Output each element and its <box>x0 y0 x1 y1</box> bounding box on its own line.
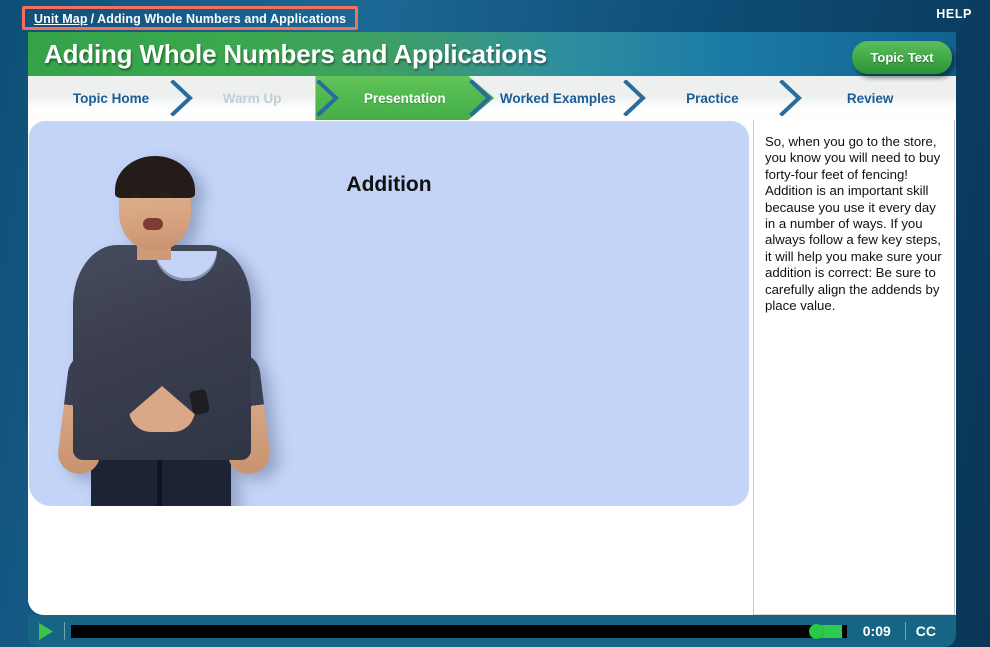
presentation-content-pane: Addition <box>28 120 753 615</box>
play-button[interactable] <box>28 615 62 647</box>
presenter-hair <box>115 156 195 198</box>
breadcrumb: Unit Map / Adding Whole Numbers and Appl… <box>22 6 358 30</box>
closed-caption-button[interactable]: CC <box>916 623 936 639</box>
chevron-right-icon <box>315 80 341 116</box>
topic-text-button[interactable]: Topic Text <box>852 41 952 74</box>
chevron-right-icon <box>169 80 195 116</box>
page-title: Adding Whole Numbers and Applications <box>44 39 547 70</box>
nav-tab-label: Presentation <box>364 91 446 106</box>
nav-tab-worked-examples[interactable]: Worked Examples <box>470 76 646 120</box>
nav-tab-label: Topic Home <box>73 91 149 106</box>
topic-title-bar: Adding Whole Numbers and Applications <box>28 32 956 76</box>
time-elapsed-label: 0:09 <box>857 623 897 639</box>
chevron-right-icon <box>622 80 648 116</box>
breadcrumb-separator: / <box>91 12 95 26</box>
nav-tab-warm-up[interactable]: Warm Up <box>183 76 322 120</box>
chevron-right-icon <box>778 80 804 116</box>
breadcrumb-current-topic: Adding Whole Numbers and Applications <box>97 12 346 26</box>
breadcrumb-unit-map-link[interactable]: Unit Map <box>34 12 88 26</box>
nav-tab-label: Worked Examples <box>500 91 616 106</box>
page-root: Unit Map / Adding Whole Numbers and Appl… <box>0 0 990 647</box>
topic-nav-bar: Topic Home Warm Up Presentation Worked Exam… <box>28 76 956 120</box>
nav-tab-presentation[interactable]: Presentation <box>324 76 486 120</box>
lesson-stage: Addition <box>28 120 956 615</box>
video-player-surface[interactable]: Addition <box>29 121 749 506</box>
nav-tab-review[interactable]: Review <box>810 76 931 120</box>
play-triangle-icon <box>37 622 54 641</box>
chevron-right-icon <box>468 80 494 116</box>
presenter-mouth <box>143 218 163 230</box>
transcript-panel: So, when you go to the store, you know y… <box>754 120 955 615</box>
transcript-text: So, when you go to the store, you know y… <box>765 134 943 314</box>
nav-tab-label: Warm Up <box>223 91 282 106</box>
presenter-left-eye <box>131 193 141 198</box>
nav-tab-practice[interactable]: Practice <box>647 76 777 120</box>
progress-slider[interactable] <box>71 625 847 638</box>
presenter-right-eye <box>161 193 171 198</box>
presenter-figure <box>39 138 289 506</box>
nav-tab-label: Review <box>847 91 894 106</box>
progress-thumb[interactable] <box>809 624 824 639</box>
nav-tab-topic-home[interactable]: Topic Home <box>39 76 183 120</box>
top-utility-bar: Unit Map / Adding Whole Numbers and Appl… <box>0 0 990 30</box>
player-divider-1 <box>64 622 65 640</box>
help-link[interactable]: HELP <box>936 7 972 21</box>
topic-text-button-label: Topic Text <box>870 50 933 65</box>
nav-tab-label: Practice <box>686 91 739 106</box>
progress-track <box>71 625 847 638</box>
media-player-bar: 0:09 CC <box>28 615 956 647</box>
player-divider-2 <box>905 622 906 640</box>
